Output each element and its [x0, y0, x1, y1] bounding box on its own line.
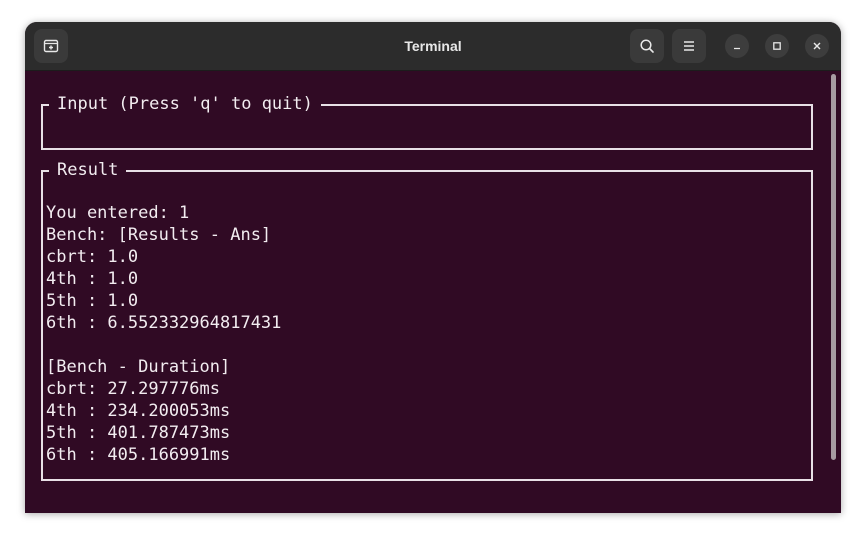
result-line: You entered: 1: [46, 203, 190, 223]
result-line: 4th : 1.0: [46, 269, 139, 289]
minimize-button[interactable]: [725, 34, 749, 58]
result-box-title: Result: [49, 159, 127, 181]
search-icon: [640, 39, 654, 53]
title-bar[interactable]: Terminal: [25, 22, 841, 71]
new-tab-icon: [43, 39, 59, 53]
minimize-icon: [734, 47, 740, 50]
input-box-title: Input (Press 'q' to quit): [49, 93, 321, 115]
menu-button[interactable]: [672, 29, 706, 63]
close-button[interactable]: [805, 34, 829, 58]
result-line: 6th : 6.552332964817431: [46, 313, 282, 333]
result-line: cbrt: 1.0: [46, 247, 139, 267]
input-box[interactable]: Input (Press 'q' to quit): [41, 93, 813, 150]
result-line: [Bench - Duration]: [46, 357, 231, 377]
close-icon: [813, 42, 821, 50]
result-line: 4th : 234.200053ms: [46, 401, 231, 421]
window-title: Terminal: [404, 38, 462, 54]
result-line: 6th : 405.166991ms: [46, 445, 231, 465]
result-line: 5th : 401.787473ms: [46, 423, 231, 443]
terminal-window: Terminal Input (Press 'q' to quit) Resul…: [25, 22, 841, 513]
maximize-icon: [773, 42, 781, 50]
terminal-content[interactable]: Input (Press 'q' to quit) Result You ent…: [25, 71, 841, 513]
scrollbar[interactable]: [831, 74, 836, 460]
maximize-button[interactable]: [765, 34, 789, 58]
result-line: Bench: [Results - Ans]: [46, 225, 272, 245]
result-line: cbrt: 27.297776ms: [46, 379, 220, 399]
search-button[interactable]: [630, 29, 664, 63]
new-tab-button[interactable]: [34, 29, 68, 63]
result-line: 5th : 1.0: [46, 291, 139, 311]
hamburger-menu-icon: [684, 41, 694, 51]
